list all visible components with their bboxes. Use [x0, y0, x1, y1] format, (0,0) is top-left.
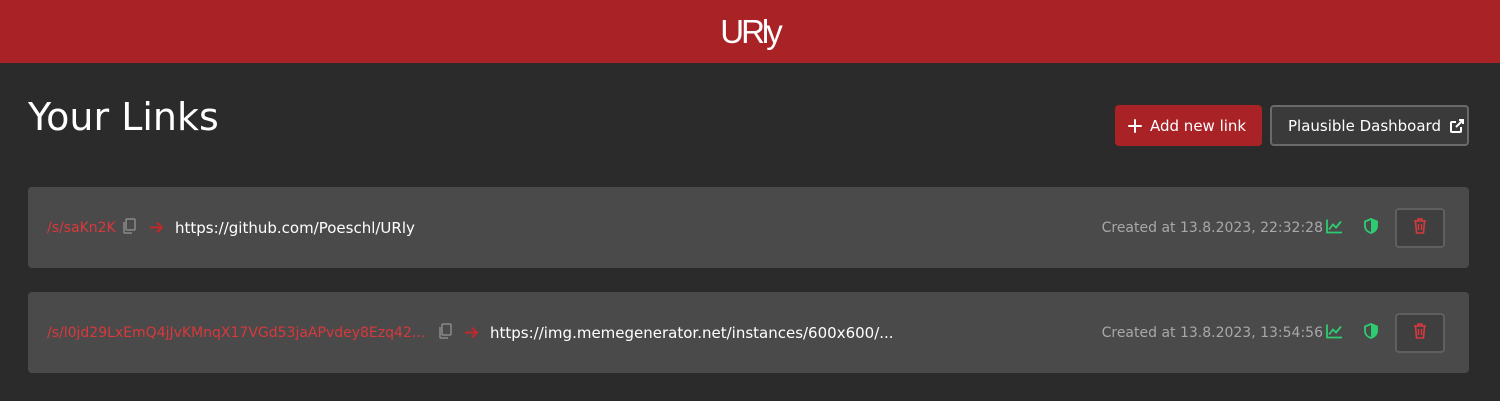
arrow-right-icon [149, 218, 165, 237]
arrow-right-icon [464, 323, 480, 342]
header-actions: Add new link Plausible Dashboard [1115, 105, 1469, 146]
target-url[interactable]: https://img.memegenerator.net/instances/… [490, 324, 894, 342]
delete-button[interactable] [1395, 207, 1445, 248]
delete-button[interactable] [1395, 312, 1445, 353]
link-card: /s/l0jd29LxEmQ4jJvKMnqX17VGd53jaAPvdey8E… [28, 292, 1469, 373]
shield-icon[interactable] [1364, 217, 1378, 238]
short-link[interactable]: /s/saKn2K [47, 220, 116, 236]
shield-icon[interactable] [1364, 322, 1378, 343]
copy-icon[interactable] [438, 322, 452, 343]
link-card: /s/saKn2K https://github.com/Poeschl/URl… [28, 187, 1469, 268]
short-link[interactable]: /s/l0jd29LxEmQ4jJvKMnqX17VGd53jaAPvdey8E… [47, 325, 425, 341]
add-new-link-button[interactable]: Add new link [1115, 105, 1262, 146]
plausible-dashboard-label: Plausible Dashboard [1288, 116, 1441, 135]
app-logo[interactable]: URly [720, 15, 782, 48]
add-new-link-label: Add new link [1150, 116, 1247, 135]
plus-icon [1128, 118, 1142, 133]
chart-line-icon[interactable] [1326, 218, 1343, 237]
trash-icon [1413, 322, 1427, 343]
target-url[interactable]: https://github.com/Poeschl/URly [175, 219, 415, 237]
external-link-icon [1449, 118, 1465, 134]
page-title: Your Links [28, 95, 219, 139]
trash-icon [1413, 217, 1427, 238]
copy-icon[interactable] [122, 217, 136, 238]
created-at: Created at 13.8.2023, 13:54:56 [1101, 324, 1323, 341]
created-at: Created at 13.8.2023, 22:32:28 [1101, 219, 1323, 236]
plausible-dashboard-button[interactable]: Plausible Dashboard [1270, 105, 1469, 146]
top-bar: URly [0, 0, 1500, 63]
chart-line-icon[interactable] [1326, 323, 1343, 342]
